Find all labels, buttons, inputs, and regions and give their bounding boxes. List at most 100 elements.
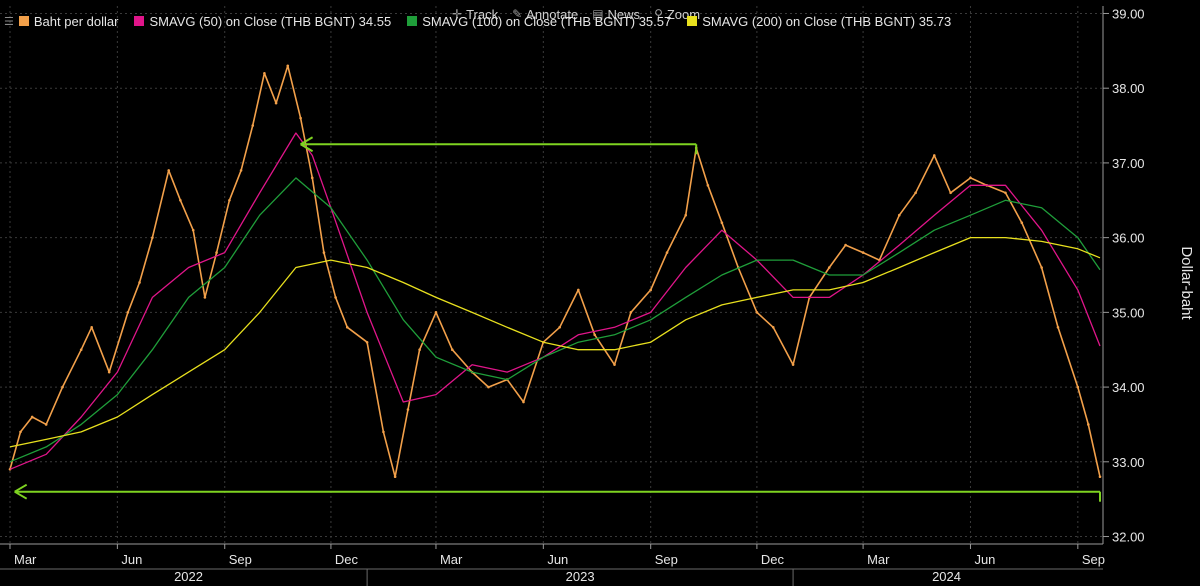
data-point [228, 198, 231, 202]
data-point [382, 430, 385, 434]
data-point [286, 64, 290, 68]
data-point [914, 191, 917, 195]
data-point [274, 101, 278, 105]
legend-item-sma200[interactable]: SMAVG (200) on Close (THB BGNT) 35.73 [687, 14, 951, 29]
data-point [406, 408, 410, 411]
data-point [577, 288, 580, 292]
data-point [179, 198, 182, 202]
data-point [44, 423, 48, 426]
data-point [79, 348, 83, 352]
data-point [310, 176, 314, 180]
data-point [522, 400, 525, 404]
legend-item-sma50[interactable]: SMAVG (50) on Close (THB BGNT) 34.55 [134, 14, 391, 29]
data-point [629, 311, 633, 314]
x-year-label: 2023 [566, 569, 595, 584]
data-point [434, 311, 438, 314]
x-tick-label: Sep [655, 552, 678, 567]
data-point [706, 184, 710, 187]
legend-swatch-baht [18, 16, 29, 26]
data-point [107, 370, 111, 374]
series-line-0 [9, 65, 1101, 478]
y-axis-label: Dollar-baht [1178, 246, 1195, 320]
legend-item-sma100[interactable]: SMAVG (100) on Close (THB BGNT) 35.57 [407, 14, 671, 29]
legend-label-sma100: SMAVG (100) on Close (THB BGNT) 35.57 [422, 13, 672, 29]
data-point [30, 415, 34, 419]
chart-legend: ☰ Baht per dollar SMAVG (50) on Close (T… [4, 10, 967, 32]
y-tick-label: 39.00 [1112, 6, 1145, 21]
data-point [418, 348, 421, 352]
data-point [90, 326, 93, 329]
data-point [1076, 385, 1080, 389]
data-point [345, 326, 349, 329]
legend-label-baht: Baht per dollar [33, 13, 119, 29]
data-point [191, 228, 195, 232]
x-tick-label: Mar [440, 552, 463, 567]
arrowhead-upper [300, 136, 314, 146]
x-year-label: 2024 [932, 569, 961, 584]
data-point [19, 430, 22, 434]
x-tick-label: Dec [761, 552, 785, 567]
y-tick-label: 34.00 [1112, 380, 1145, 395]
x-tick-label: Sep [229, 552, 252, 567]
data-point [239, 169, 243, 172]
data-point [1020, 221, 1024, 224]
data-point [393, 475, 397, 479]
data-point [167, 169, 171, 172]
legend-item-baht[interactable]: Baht per dollar [18, 13, 119, 29]
y-tick-label: 36.00 [1112, 231, 1145, 246]
data-point [334, 296, 337, 299]
data-point [844, 243, 847, 247]
arrowhead-upper [14, 483, 28, 493]
arrowhead-lower [14, 490, 28, 500]
data-point [299, 116, 302, 120]
legend-swatch-sma50 [134, 16, 145, 26]
data-point [365, 340, 369, 344]
x-tick-label: Mar [867, 552, 890, 567]
data-point [451, 348, 454, 352]
data-point [1056, 326, 1060, 329]
chart-canvas: 32.00 33.00 34.00 35.00 36.00 37.00 38.00 39.00… [0, 6, 1195, 586]
x-tick-label: Mar [14, 552, 37, 567]
data-point [969, 176, 972, 180]
data-point [1040, 266, 1043, 269]
data-point [649, 288, 652, 292]
data-point [1098, 475, 1102, 479]
y-tick-label: 37.00 [1112, 156, 1145, 171]
data-point [263, 71, 266, 75]
data-point [61, 385, 64, 389]
y-tick-label: 32.00 [1112, 530, 1145, 545]
data-point [827, 266, 831, 269]
legend-menu-icon[interactable]: ☰ [4, 15, 14, 28]
data-point [1087, 423, 1090, 426]
data-point [322, 251, 326, 254]
data-point [791, 363, 795, 366]
data-point [755, 311, 759, 314]
data-point [613, 363, 616, 366]
legend-swatch-sma100 [407, 16, 418, 26]
data-point [203, 296, 207, 299]
data-point [720, 221, 724, 224]
data-point [138, 281, 141, 284]
data-point [558, 326, 561, 329]
axis-frame [0, 6, 1104, 570]
series-layer [8, 64, 1102, 479]
data-point [487, 385, 490, 389]
y-axis-ticks: 32.00 33.00 34.00 35.00 36.00 37.00 38.00 39.00 [1103, 6, 1145, 545]
x-tick-label: Dec [335, 552, 359, 567]
y-tick-label: 38.00 [1112, 81, 1145, 96]
x-axis-ticks: Mar Jun Sep Dec Mar Jun Sep Dec Mar Jun Sep 2022 202… [9, 544, 1105, 586]
x-year-label: 2022 [174, 569, 203, 584]
data-point [251, 124, 255, 127]
data-point [215, 251, 218, 254]
grid-lines [0, 6, 1103, 544]
data-point [126, 311, 130, 314]
legend-swatch-sma200 [687, 16, 698, 26]
series-line-3 [9, 236, 1101, 448]
data-point [932, 154, 936, 157]
x-tick-label: Jun [121, 552, 142, 567]
series-line-2 [9, 177, 1101, 463]
data-point [684, 213, 688, 217]
x-tick-label: Sep [1082, 552, 1105, 567]
data-point [897, 213, 901, 217]
legend-label-sma200: SMAVG (200) on Close (THB BGNT) 35.73 [702, 13, 952, 29]
